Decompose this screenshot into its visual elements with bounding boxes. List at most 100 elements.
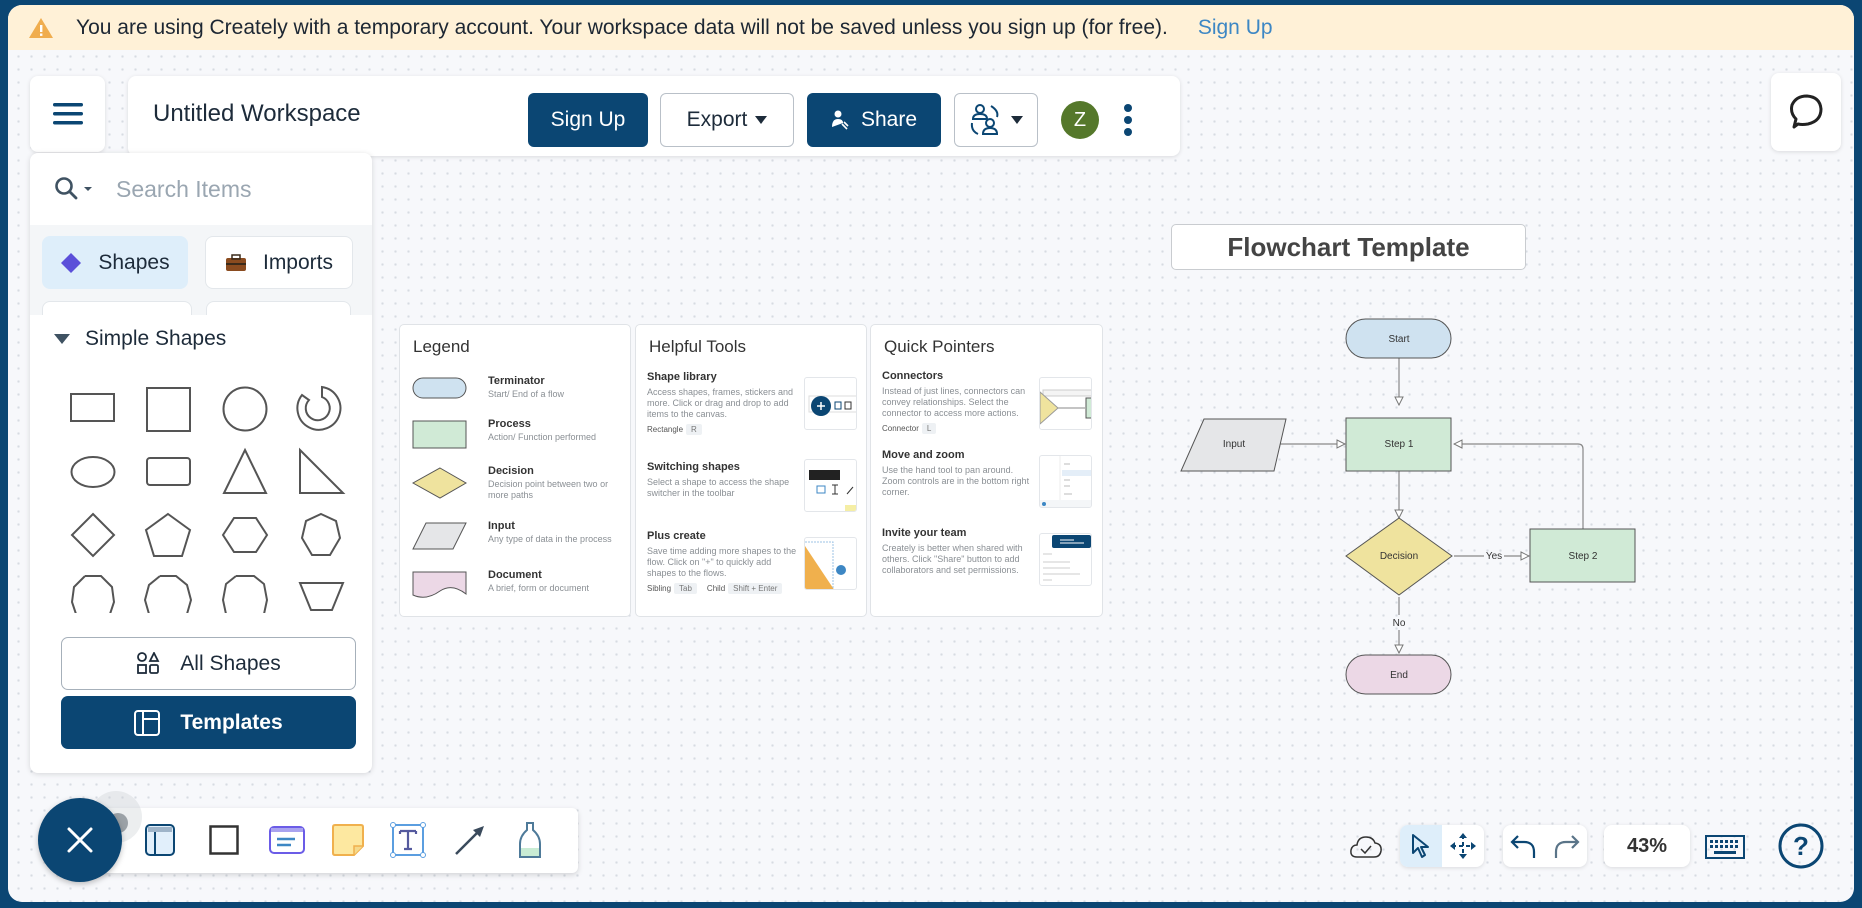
zoom-level-control[interactable]: 43% bbox=[1604, 825, 1690, 867]
undo-button[interactable] bbox=[1503, 825, 1545, 867]
shape-square[interactable] bbox=[146, 387, 191, 432]
shape-heptagon[interactable] bbox=[300, 512, 342, 556]
export-label: Export bbox=[686, 108, 748, 131]
share-button[interactable]: Share bbox=[807, 93, 941, 147]
legend-item-title: Process bbox=[488, 418, 531, 430]
shape-nonagon[interactable] bbox=[143, 575, 193, 613]
connector-step2-step1[interactable] bbox=[1454, 444, 1584, 529]
search-icon bbox=[55, 177, 92, 200]
all-shapes-button[interactable]: All Shapes bbox=[61, 637, 356, 690]
signup-button[interactable]: Sign Up bbox=[528, 93, 648, 147]
tip-desc: Select a shape to access the shape switc… bbox=[647, 477, 790, 498]
template-icon bbox=[134, 709, 161, 736]
shape-pentagon[interactable] bbox=[144, 512, 192, 557]
more-options-button[interactable] bbox=[1118, 100, 1138, 140]
legend-card: Legend Terminator Start/ End of a flow P… bbox=[399, 324, 631, 617]
user-avatar[interactable]: Z bbox=[1061, 101, 1099, 139]
tab-shapes[interactable]: Shapes bbox=[42, 236, 188, 289]
input-shape-icon bbox=[412, 522, 467, 550]
close-toolbar-button[interactable] bbox=[38, 798, 122, 882]
rectangle-icon bbox=[209, 825, 239, 855]
caret-down-icon bbox=[755, 116, 768, 124]
export-button[interactable]: Export bbox=[660, 93, 794, 147]
signup-label: Sign Up bbox=[550, 108, 626, 131]
simple-shapes-header[interactable]: Simple Shapes bbox=[30, 315, 372, 363]
app-frame: You are using Creately with a temporary … bbox=[8, 5, 1854, 902]
tab-shapes-label: Shapes bbox=[98, 250, 170, 274]
avatar-initial: Z bbox=[1073, 108, 1087, 131]
legend-item-desc: Any type of data in the process bbox=[488, 534, 612, 544]
tip-shortcut: Rectangle R bbox=[647, 424, 797, 435]
rectangle-tool[interactable] bbox=[202, 818, 246, 862]
legend-item-terminator: Terminator Start/ End of a flow bbox=[412, 375, 564, 406]
keyboard-shortcuts-button[interactable] bbox=[1703, 827, 1747, 867]
tip-desc: Access shapes, frames, stickers and more… bbox=[647, 387, 794, 419]
shape-triangle[interactable] bbox=[222, 447, 268, 494]
banner-signup-link[interactable]: Sign Up bbox=[1198, 16, 1273, 40]
legend-item-desc: Decision point between two or more paths bbox=[488, 479, 609, 500]
connectors-thumbnail bbox=[1039, 377, 1092, 430]
search-input[interactable]: Search Items bbox=[116, 176, 252, 203]
tip-desc: Use the hand tool to pan around. Zoom co… bbox=[882, 465, 1030, 497]
zoom-value: 43% bbox=[1626, 834, 1668, 857]
collaborators-button[interactable] bbox=[954, 93, 1038, 147]
frame-tool[interactable] bbox=[138, 818, 182, 862]
connector-arrow-icon bbox=[455, 826, 484, 855]
legend-item-title: Terminator bbox=[488, 375, 545, 387]
card-icon bbox=[269, 826, 305, 854]
legend-item-desc: A brief, form or document bbox=[488, 583, 590, 593]
shape-donut[interactable] bbox=[296, 385, 342, 431]
shape-ellipse[interactable] bbox=[70, 456, 116, 488]
history-group bbox=[1503, 825, 1587, 867]
main-menu-button[interactable] bbox=[30, 76, 105, 152]
creation-toolbar bbox=[98, 808, 578, 873]
tip-plus-create: Plus create Save time adding more shapes… bbox=[647, 530, 797, 594]
tip-connectors: Connectors Instead of just lines, connec… bbox=[882, 370, 1032, 434]
help-button[interactable]: ? bbox=[1776, 821, 1826, 871]
templates-button[interactable]: Templates bbox=[61, 696, 356, 749]
workspace-title[interactable]: Untitled Workspace bbox=[153, 100, 361, 128]
comments-button[interactable] bbox=[1771, 73, 1841, 151]
connector-tool[interactable] bbox=[448, 818, 492, 862]
shapes-icon bbox=[137, 651, 160, 674]
tip-desc: Instead of just lines, connectors can co… bbox=[882, 386, 1026, 418]
node-step1[interactable]: Step 1 bbox=[1345, 417, 1452, 472]
flowchart-title[interactable]: Flowchart Template bbox=[1171, 224, 1526, 270]
text-icon bbox=[390, 822, 426, 858]
redo-button[interactable] bbox=[1545, 825, 1587, 867]
shape-circle[interactable] bbox=[222, 386, 268, 432]
tab-imports[interactable]: Imports bbox=[205, 236, 353, 289]
sticky-note-tool[interactable] bbox=[326, 818, 370, 862]
shape-right-triangle[interactable] bbox=[299, 447, 346, 494]
share-user-icon bbox=[831, 110, 849, 130]
warning-icon bbox=[29, 17, 53, 38]
shape-hexagon[interactable] bbox=[221, 517, 269, 553]
search-bar[interactable]: Search Items bbox=[30, 153, 372, 225]
node-start[interactable]: Start bbox=[1345, 318, 1452, 359]
card-tool[interactable] bbox=[265, 818, 309, 862]
shape-decagon[interactable] bbox=[221, 575, 269, 613]
quick-pointers-card: Quick Pointers Connectors Instead of jus… bbox=[870, 324, 1103, 617]
node-input[interactable]: Input bbox=[1180, 418, 1287, 472]
node-end[interactable]: End bbox=[1345, 654, 1452, 695]
shape-rectangle[interactable] bbox=[70, 393, 115, 422]
move-zoom-thumbnail bbox=[1039, 455, 1092, 508]
tip-title: Plus create bbox=[647, 530, 706, 542]
node-step2[interactable]: Step 2 bbox=[1529, 528, 1636, 583]
pan-tool[interactable] bbox=[1442, 825, 1484, 867]
node-decision[interactable]: Decision bbox=[1345, 517, 1453, 596]
shape-diamond[interactable] bbox=[70, 512, 116, 558]
decision-shape-icon bbox=[411, 467, 468, 499]
switching-shapes-thumbnail bbox=[804, 459, 857, 512]
tip-shortcuts: Sibling Tab Child Shift + Enter bbox=[647, 583, 797, 594]
shape-octagon[interactable] bbox=[70, 575, 116, 613]
select-tool[interactable] bbox=[1400, 825, 1442, 867]
highlighter-icon bbox=[519, 822, 541, 858]
tip-move-zoom: Move and zoom Use the hand tool to pan a… bbox=[882, 449, 1032, 498]
shape-trapezoid[interactable] bbox=[298, 582, 345, 611]
briefcase-icon bbox=[225, 253, 246, 271]
helpful-tools-title: Helpful Tools bbox=[649, 337, 747, 356]
highlighter-tool[interactable] bbox=[508, 818, 552, 862]
shape-rounded-rectangle[interactable] bbox=[146, 457, 191, 486]
text-tool[interactable] bbox=[386, 818, 430, 862]
